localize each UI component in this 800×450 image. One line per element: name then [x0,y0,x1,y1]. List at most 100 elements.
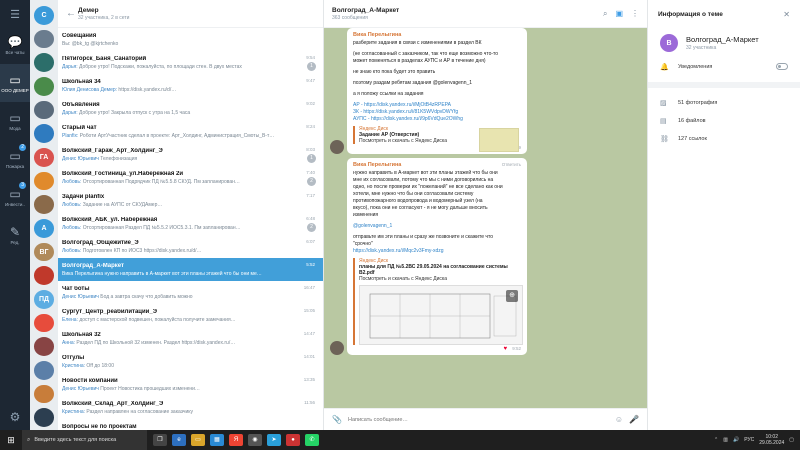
chat-name: Школьная 34 [62,78,101,85]
notifications-icon[interactable]: ▢ [789,437,794,443]
search-icon[interactable]: ⌕ [603,9,607,19]
network-icon[interactable]: ▥ [723,437,728,443]
microphone-icon[interactable]: 🎤 [629,415,639,424]
chat-row[interactable]: Волжский_Гостиница_ул.Набережная 2и Любов… [58,166,323,189]
more-icon[interactable]: ⋮ [631,9,639,19]
heart-reaction-icon[interactable]: ♥ [503,346,507,352]
chat-row[interactable]: Старый чат Planfix: Роботи АртУчастник сд… [58,120,323,143]
notifications-toggle[interactable] [776,63,788,70]
chat-row[interactable]: Отгулы Кристина: Off до 18:00 14:01 [58,350,323,373]
chat-avatar[interactable]: ВГ [34,242,54,262]
message-text: хотели, мне нужно что бы они согласовали… [353,191,474,197]
chat-row[interactable]: Сургут_Центр_реабилитации_Э Елена: доступ… [58,304,323,327]
chat-avatar[interactable] [34,53,54,73]
chat-row[interactable]: Волжский_Гараж_Арт_Холдинг_Э Денис Юрьеви… [58,143,323,166]
folder-icon: ▭ [9,186,21,201]
files-row[interactable]: ▤ 16 файлов [648,112,800,130]
message-sender[interactable]: Вика Перелыгина [353,162,521,168]
photos-row[interactable]: ▨ 51 фотография [648,94,800,112]
avatar[interactable] [330,341,344,355]
chat-time: 11:56 [304,400,315,405]
task-view-icon[interactable]: ❐ [153,434,167,446]
tray-arrow-icon[interactable]: ⌃ [714,437,718,443]
chat-avatar[interactable] [34,124,54,144]
chat-row[interactable]: Задачи planfix Любовь: Задание на АУПС от… [58,189,323,212]
store-icon[interactable]: ▦ [210,434,224,446]
message-link[interactable]: https://disk.yandex.ru/i/Mqc2v3Fmy-xdzg [353,248,521,255]
avatar[interactable] [330,140,344,154]
app-icon[interactable]: ● [286,434,300,446]
chat-avatar[interactable] [34,29,54,49]
message-sender[interactable]: Вика Перелыгина [353,32,521,38]
sidebar-toggle-icon[interactable]: ▣ [615,9,623,19]
yandex-icon[interactable]: Я [229,434,243,446]
menu-icon[interactable]: ☰ [10,4,20,26]
chat-avatar[interactable]: С [34,6,54,25]
rail-folder-0[interactable]: 💬 Все чаты [0,26,30,64]
clock[interactable]: 10:02 29.05.2024 [759,434,784,446]
chat-row[interactable]: Совещания Вы: @bk_tg @kjrtchenko [58,28,323,51]
settings-icon[interactable]: ⚙ [10,410,21,424]
chat-avatar[interactable]: А [34,219,54,238]
chat-row[interactable]: Волгоград_А-Маркет Вика Перелыгина нужно … [58,258,323,281]
floor-plan-image[interactable]: ⊕ [359,285,523,345]
zoom-icon[interactable]: ⊕ [506,290,518,302]
message-bubble[interactable]: Вика Перелыгина разберите задания в связи… [347,28,527,154]
message-link[interactable]: АУПС - https://disk.yandex.ru/i/9p6VdQue… [353,116,521,123]
mention-link[interactable]: @golenvagenn_1 [353,223,521,230]
taskbar-search[interactable]: ⌕ Введите здесь текст для поиска [22,430,147,450]
explorer-icon[interactable]: ▭ [191,434,205,446]
chat-row[interactable]: Вопросы не по проектамИван: https://disk… [58,419,323,430]
message-link[interactable]: ЗК - https://disk.yandex.ru/i/81K5WVdpvD… [353,109,521,116]
rail-folder-5[interactable]: ✎ Ред. [0,216,30,254]
chat-avatar[interactable] [34,266,54,286]
message-input[interactable] [347,416,609,423]
chat-row[interactable]: Новости компании Денис Юрьевич Проект Нов… [58,373,323,396]
app-icon[interactable]: ◉ [248,434,262,446]
rail-folder-3[interactable]: ▭ Пожарка 2 [0,140,30,178]
reply-button[interactable]: Ответить [502,162,521,167]
chat-row[interactable]: Объявления Дарья: Доброе утро! Закрыла от… [58,97,323,120]
language-indicator[interactable]: РУС [744,437,754,443]
rail-folder-2[interactable]: ▭ Мода [0,102,30,140]
chat-row[interactable]: Волжский_Склад_Арт_Холдинг_Э Кристина: Ра… [58,396,323,419]
link-preview[interactable]: Яндекс Диск планы для ПД №5.2ВС 29.05.202… [353,258,523,345]
notifications-row[interactable]: 🔔 Уведомления [648,58,800,76]
links-row[interactable]: ⛓ 127 ссылок [648,130,800,148]
chat-preview-sender: Анна: [62,339,76,346]
chat-row[interactable]: Пятигорск_Баня_Санаторий Дарья: Доброе ут… [58,51,323,74]
back-arrow-icon[interactable]: ← [66,8,78,19]
message-link[interactable]: АР - https://disk.yandex.ru/i/MjOtB4zRPE… [353,102,521,109]
chat-row[interactable]: Волгоград_Общежитие_Э Любовь: Подготовлен… [58,235,323,258]
volume-icon[interactable]: 🔊 [733,437,739,443]
chat-avatar[interactable] [34,313,54,333]
chat-avatar[interactable] [34,77,54,96]
chat-row[interactable]: Школьная 34 Юлия Денисова Демер: https://… [58,74,323,97]
rail-folder-4[interactable]: ▭ Инвести.. 3 [0,178,30,216]
chat-row[interactable]: Чат боты Денис Юрьевич Бод а завтра скачу… [58,281,323,304]
chat-row[interactable]: Школьная 32 Анна: Раздел ПД по Школьной 3… [58,327,323,350]
link-preview[interactable]: Яндекс Диск Задание АР (Отверстия) Посмотр… [353,126,521,152]
chat-preview: Дарья: Доброе утро! Закрыла отпуск с утр… [62,110,292,116]
chat-avatar[interactable] [34,195,54,215]
chat-row[interactable]: Волжский_АБК_ул. Набережная Любовь: Отсор… [58,212,323,235]
chat-title[interactable]: Волгоград_А-Маркет [332,7,399,14]
chat-avatar[interactable]: ПД [34,290,54,309]
telegram-icon[interactable]: ➤ [267,434,281,446]
chat-avatar[interactable]: ГА [34,148,54,167]
message-text: поэтому раздам ребятам задания @golenvag… [353,80,473,86]
chat-avatar[interactable] [34,171,54,191]
chat-avatar[interactable] [34,100,54,120]
chat-avatar[interactable] [34,361,54,380]
windows-start-icon[interactable]: ⊞ [0,435,22,446]
chat-avatar[interactable] [34,337,54,357]
chat-avatar[interactable] [34,408,54,428]
chat-avatar[interactable] [34,384,54,404]
emoji-icon[interactable]: ☺ [615,415,623,424]
message-bubble[interactable]: Вика Перелыгина Ответить нужно направить в… [347,158,527,355]
whatsapp-icon[interactable]: ✆ [305,434,319,446]
rail-folder-1[interactable]: ▭ ООО ДЕМЕР [0,64,30,102]
edge-icon[interactable]: e [172,434,186,446]
close-icon[interactable]: ✕ [783,10,790,19]
attach-icon[interactable]: 📎 [332,415,342,424]
